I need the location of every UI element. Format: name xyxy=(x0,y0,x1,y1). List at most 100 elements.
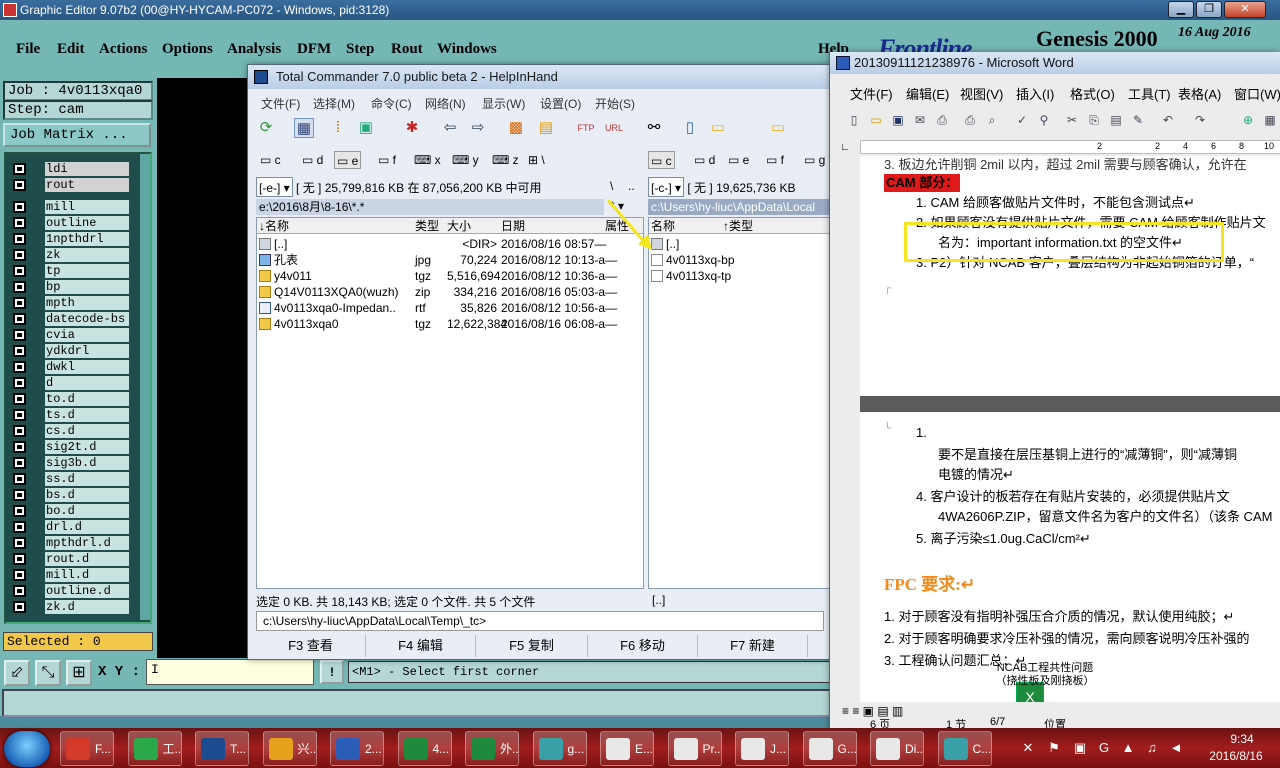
f4-edit-button[interactable]: F4 编辑 xyxy=(366,635,476,657)
taskbar-button[interactable]: Di... xyxy=(870,731,924,766)
menu-options[interactable]: Options xyxy=(162,41,213,58)
layer-checkbox[interactable] xyxy=(13,345,26,357)
taskbar-button[interactable]: 4... xyxy=(397,731,452,766)
layer-name[interactable]: mill.d xyxy=(45,568,129,582)
tray-x-icon[interactable]: ✕ xyxy=(1020,740,1036,756)
layer-row[interactable]: 1npthdrl xyxy=(9,232,129,246)
tc-menu-start[interactable]: 开始(S) xyxy=(595,95,635,112)
close-button[interactable]: ✕ xyxy=(1224,1,1266,18)
folder2-icon[interactable]: ▭ xyxy=(768,118,788,138)
layer-name[interactable]: bo.d xyxy=(45,504,129,518)
warning-icon[interactable]: ! xyxy=(320,660,344,684)
file-row[interactable]: y4v011 tgz 5,516,694 2016/08/12 10:36-a— xyxy=(257,268,643,284)
layer-name[interactable]: ts.d xyxy=(45,408,129,422)
layer-name[interactable]: mpth xyxy=(45,296,129,310)
taskbar-button[interactable]: J... xyxy=(735,731,789,766)
layer-name[interactable]: to.d xyxy=(45,392,129,406)
redo-icon[interactable]: ↷ xyxy=(1192,112,1208,128)
file-row[interactable]: Q14V0113XQA0(wuzh) zip 334,216 2016/08/16 0… xyxy=(257,284,643,300)
file-row[interactable]: [..] <DIR> 2016/08/16 08:57— xyxy=(257,236,643,252)
layer-row[interactable]: cvia xyxy=(9,328,129,342)
layer-row[interactable]: bs.d xyxy=(9,488,129,502)
layer-name[interactable]: sig3b.d xyxy=(45,456,129,470)
layer-checkbox[interactable] xyxy=(13,489,26,501)
layer-name[interactable]: ss.d xyxy=(45,472,129,486)
binoculars-icon[interactable]: ⚯ xyxy=(644,118,664,138)
taskbar-button[interactable]: 兴... xyxy=(262,731,317,766)
layer-checkbox[interactable] xyxy=(13,329,26,341)
research-icon[interactable]: ⚲ xyxy=(1036,112,1052,128)
layer-row[interactable]: tp xyxy=(9,264,129,278)
f7-new-button[interactable]: F7 新建 xyxy=(698,635,808,657)
layer-name[interactable]: outline.d xyxy=(45,584,129,598)
layer-name[interactable]: datecode-bs xyxy=(45,312,129,326)
new-doc-icon[interactable]: ▯ xyxy=(846,112,862,128)
col-date[interactable]: 日期 xyxy=(501,218,525,234)
menu-actions[interactable]: Actions xyxy=(99,41,147,58)
restore-button[interactable]: ❐ xyxy=(1196,1,1222,18)
thumbnail-view-icon[interactable]: ▣ xyxy=(356,118,376,138)
layer-row[interactable]: ydkdrl xyxy=(9,344,129,358)
layer-checkbox[interactable] xyxy=(13,441,26,453)
clock-date[interactable]: 2016/8/16 xyxy=(1196,749,1276,763)
print-preview-icon[interactable]: ⎙ xyxy=(962,112,978,128)
ftp-icon[interactable]: FTP xyxy=(576,118,596,138)
drive-g-right[interactable]: ▭ g xyxy=(804,151,825,169)
taskbar-button[interactable]: 外... xyxy=(465,731,519,766)
layer-checkbox[interactable] xyxy=(13,265,26,277)
file-row[interactable]: 孔表 jpg 70,224 2016/08/12 10:13-a— xyxy=(257,252,643,268)
layer-row[interactable]: datecode-bs xyxy=(9,312,129,326)
layer-name[interactable]: bs.d xyxy=(45,488,129,502)
layer-checkbox[interactable] xyxy=(13,201,26,213)
brief-view-icon[interactable]: ▦ xyxy=(294,118,314,138)
menu-analysis[interactable]: Analysis xyxy=(227,41,281,58)
layer-row[interactable]: bo.d xyxy=(9,504,129,518)
drive-f-left[interactable]: ▭ f xyxy=(378,151,396,169)
menu-step[interactable]: Step xyxy=(346,41,374,58)
layer-name[interactable]: ldi xyxy=(45,162,129,176)
word-menu-table[interactable]: 表格(A) xyxy=(1178,84,1221,103)
word-menu-insert[interactable]: 插入(I) xyxy=(1016,84,1054,103)
tc-menu-network[interactable]: 网络(N) xyxy=(425,95,466,112)
tab-selector-icon[interactable]: ∟ xyxy=(840,142,850,153)
col-type[interactable]: 类型 xyxy=(415,218,439,234)
graphic-canvas[interactable] xyxy=(157,78,247,658)
layer-name[interactable]: zk.d xyxy=(45,600,129,614)
tray-antivirus-icon[interactable]: ▲ xyxy=(1120,740,1136,756)
taskbar-button[interactable]: 2... xyxy=(330,731,384,766)
invert-selection-icon[interactable]: ✱ xyxy=(402,118,422,138)
layer-row[interactable]: sig3b.d xyxy=(9,456,129,470)
taskbar-button[interactable]: 工... xyxy=(127,731,182,766)
col-name[interactable]: ↓名称 xyxy=(259,218,289,234)
layer-row[interactable]: ldi xyxy=(9,162,129,176)
layer-name[interactable]: tp xyxy=(45,264,129,278)
layer-checkbox[interactable] xyxy=(13,233,26,245)
col-size[interactable]: 大小 xyxy=(447,218,471,234)
layer-checkbox[interactable] xyxy=(13,425,26,437)
layer-row[interactable]: rout.d xyxy=(9,552,129,566)
layer-list[interactable]: ldi rout mill outline 1npthdrl zk tp bp mpth date… xyxy=(4,152,152,624)
layer-name[interactable]: cs.d xyxy=(45,424,129,438)
word-menu-view[interactable]: 视图(V) xyxy=(960,84,1003,103)
detail-view-icon[interactable]: ⁞ xyxy=(328,118,348,138)
layer-checkbox[interactable] xyxy=(13,361,26,373)
print-icon[interactable]: ⎙ xyxy=(934,112,950,128)
word-menu-file[interactable]: 文件(F) xyxy=(850,84,893,103)
save-icon[interactable]: ▣ xyxy=(890,112,906,128)
layer-row[interactable]: cs.d xyxy=(9,424,129,438)
layer-name[interactable]: sig2t.d xyxy=(45,440,129,454)
layer-row[interactable]: mill.d xyxy=(9,568,129,582)
tray-flag-icon[interactable]: ⚑ xyxy=(1046,740,1062,756)
layer-row[interactable]: mpthdrl.d xyxy=(9,536,129,550)
file-row[interactable]: [..] xyxy=(649,236,830,252)
tray-network-icon[interactable]: ▣ xyxy=(1072,740,1088,756)
left-drive-dropdown[interactable]: [-e-] ▾ xyxy=(256,177,293,197)
layer-name[interactable]: dwkl xyxy=(45,360,129,374)
f5-copy-button[interactable]: F5 复制 xyxy=(476,635,588,657)
layer-list-scrollbar[interactable] xyxy=(140,154,150,620)
layer-checkbox[interactable] xyxy=(13,249,26,261)
layer-name[interactable]: 1npthdrl xyxy=(45,232,129,246)
drive-e-left[interactable]: ▭ e xyxy=(334,151,362,169)
tray-g-icon[interactable]: G xyxy=(1096,740,1112,756)
layer-name[interactable]: zk xyxy=(45,248,129,262)
